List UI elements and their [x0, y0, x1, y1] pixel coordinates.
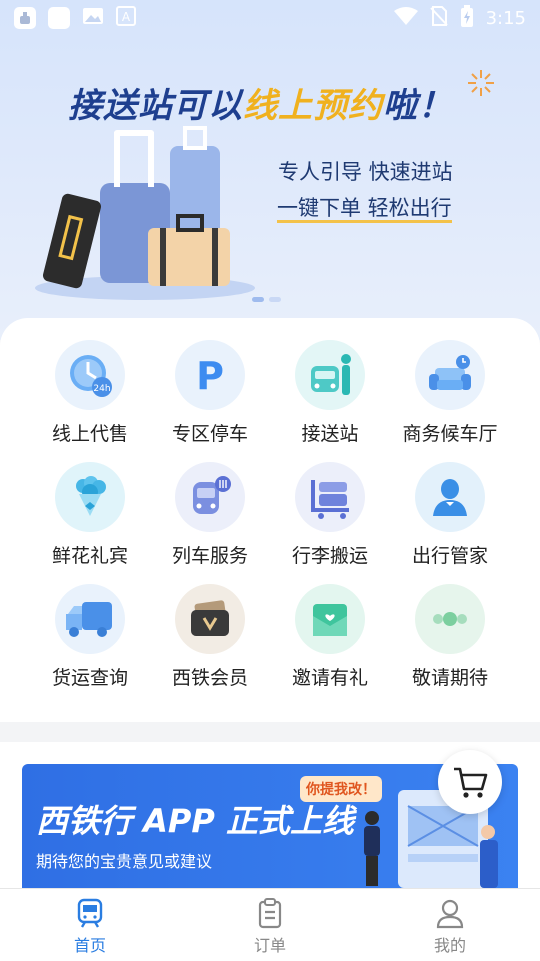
- app-icon: [14, 7, 36, 29]
- clipboard-icon: [258, 897, 282, 928]
- svg-text:P: P: [196, 354, 224, 397]
- service-online-sales[interactable]: 24h 线上代售: [30, 340, 150, 448]
- carousel-indicator: [252, 297, 281, 302]
- service-label: 列车服务: [171, 545, 248, 567]
- truck-icon: [55, 584, 125, 654]
- tab-home[interactable]: 首页: [0, 889, 180, 961]
- service-flower-concierge[interactable]: 鲜花礼宾: [30, 462, 150, 570]
- banner-line-2: 一键下单 轻松出行: [277, 192, 452, 223]
- service-invite-reward[interactable]: 邀请有礼: [270, 584, 390, 692]
- clock-24h-icon: 24h: [55, 340, 125, 410]
- wifi-icon: [393, 6, 418, 30]
- service-label: 鲜花礼宾: [51, 545, 128, 567]
- blank-icon: [48, 7, 70, 29]
- service-label: 出行管家: [411, 545, 488, 567]
- service-label: 货运查询: [51, 667, 128, 689]
- service-luggage-porter[interactable]: 行李搬运: [270, 462, 390, 570]
- train-person-icon: [295, 340, 365, 410]
- parking-icon: P: [175, 340, 245, 410]
- status-bar: A 3:15: [0, 0, 540, 36]
- no-sim-icon: [429, 5, 448, 31]
- svg-text:24h: 24h: [93, 384, 110, 394]
- service-label: 邀请有礼: [291, 667, 368, 689]
- service-label: 行李搬运: [291, 545, 368, 567]
- bottom-tab-bar: 首页 订单 我的: [0, 888, 540, 961]
- more-dots-icon: [415, 584, 485, 654]
- ad-title: 西铁行 APP 正式上线: [36, 802, 354, 840]
- services-panel: 24h 线上代售 P 专区停车 接送站 商务候车厅 鲜花礼宾 列车服务 行李搬运: [0, 318, 540, 722]
- service-travel-butler[interactable]: 出行管家: [390, 462, 510, 570]
- tab-orders[interactable]: 订单: [180, 889, 360, 961]
- tab-profile[interactable]: 我的: [360, 889, 540, 961]
- service-parking[interactable]: P 专区停车: [150, 340, 270, 448]
- tab-label: 我的: [433, 935, 466, 955]
- service-label: 接送站: [301, 423, 359, 445]
- banner-headline: 接送站可以线上预约啦！: [68, 86, 453, 126]
- service-coming-soon[interactable]: 敬请期待: [390, 584, 510, 692]
- status-time: 3:15: [485, 7, 526, 29]
- service-membership[interactable]: 西铁会员: [150, 584, 270, 692]
- service-business-lounge[interactable]: 商务候车厅: [390, 340, 510, 448]
- flower-bouquet-icon: [55, 462, 125, 532]
- service-station-transfer[interactable]: 接送站: [270, 340, 390, 448]
- service-label: 专区停车: [171, 423, 248, 445]
- tab-label: 首页: [73, 935, 106, 955]
- service-label: 西铁会员: [171, 667, 248, 689]
- sofa-icon: [415, 340, 485, 410]
- cart-icon: [454, 767, 488, 798]
- train-tab-icon: [77, 898, 103, 928]
- banner-line-1: 专人引导 快速进站: [278, 160, 453, 184]
- user-icon: [436, 899, 464, 928]
- service-train-service[interactable]: 列车服务: [150, 462, 270, 570]
- image-icon: [82, 6, 104, 30]
- text-icon: A: [116, 6, 136, 30]
- service-label: 线上代售: [51, 423, 128, 445]
- invite-envelope-icon: [295, 584, 365, 654]
- service-freight-query[interactable]: 货运查询: [30, 584, 150, 692]
- promo-banner[interactable]: 接送站可以线上预约啦！ 专人引导 快速进站 一键下单 轻松出行: [0, 0, 540, 340]
- train-food-icon: [175, 462, 245, 532]
- luggage-cart-icon: [295, 462, 365, 532]
- services-grid: 24h 线上代售 P 专区停车 接送站 商务候车厅 鲜花礼宾 列车服务 行李搬运: [30, 340, 510, 692]
- cart-button[interactable]: [438, 750, 502, 814]
- member-wallet-icon: [175, 584, 245, 654]
- service-label: 商务候车厅: [402, 423, 498, 445]
- butler-icon: [415, 462, 485, 532]
- ad-subtitle: 期待您的宝贵意见或建议: [36, 852, 213, 871]
- tab-label: 订单: [253, 935, 286, 955]
- luggage-illustration: [35, 126, 255, 300]
- service-label: 敬请期待: [411, 667, 488, 689]
- battery-icon: [460, 4, 474, 32]
- sparkle-icon: [468, 70, 494, 96]
- svg-text:A: A: [122, 10, 131, 24]
